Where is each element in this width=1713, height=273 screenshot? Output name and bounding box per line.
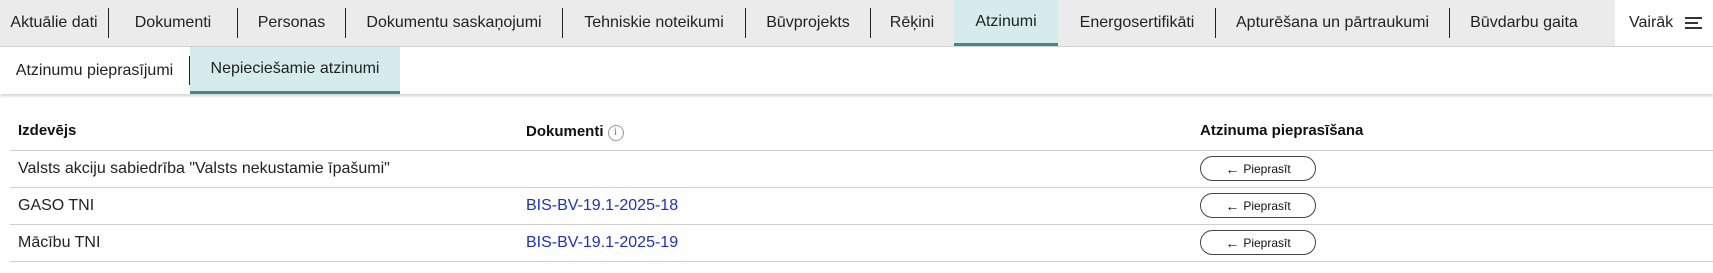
tab-aptuuresana-un-partraukumi[interactable]: Apturēšana un pārtraukumi [1216,0,1449,46]
column-header-documents-label: Dokumenti [526,123,604,140]
hamburger-menu-icon [1685,14,1703,32]
request-button-label: Pieprasīt [1243,235,1291,250]
more-menu-button[interactable]: Vairāk [1615,0,1713,46]
subtab-nepieciesamie-atzinumi[interactable]: Nepieciešamie atzinumi [190,47,400,94]
document-link[interactable]: BIS-BV-19.1-2025-18 [526,197,678,215]
tab-buvprojekts[interactable]: Būvprojekts [746,0,870,46]
tab-rekini[interactable]: Rēķini [871,0,953,46]
arrow-left-icon: ← [1225,234,1240,251]
tab-energosertifikati[interactable]: Energosertifikāti [1059,0,1215,46]
document-link[interactable]: BIS-BV-19.1-2025-19 [526,234,678,252]
column-header-issuer: Izdevējs [18,122,77,139]
tab-dokumenti[interactable]: Dokumenti [109,0,237,46]
arrow-left-icon: ← [1225,160,1240,177]
tab-buvdarbu-gaita[interactable]: Būvdarbu gaita [1450,0,1598,46]
column-header-request: Atzinuma pieprasīšana [1200,122,1364,139]
tab-atzinumi[interactable]: Atzinumi [954,0,1058,46]
request-button[interactable]: ← Pieprasīt [1200,156,1316,181]
more-label: Vairāk [1629,14,1674,31]
request-button-label: Pieprasīt [1243,161,1291,176]
tab-dokumentu-saskanojumi[interactable]: Dokumentu saskaņojumi [346,0,562,46]
table-row: Valsts akciju sabiedrība "Valsts nekusta… [10,151,1713,188]
subtab-atzinumu-pieprasijumi[interactable]: Atzinumu pieprasījumi [0,47,189,94]
request-button[interactable]: ← Pieprasīt [1200,230,1316,255]
arrow-left-icon: ← [1225,197,1240,214]
tab-personas[interactable]: Personas [238,0,345,46]
column-header-documents: Dokumenti i [526,123,624,141]
issuer-cell: GASO TNI [18,197,95,214]
table-header: Izdevējs Dokumenti i Atzinuma pieprasīšan… [10,110,1713,151]
table-row: GASO TNI BIS-BV-19.1-2025-18 ← Pieprasīt [10,188,1713,225]
table-row: Mācību TNI BIS-BV-19.1-2025-19 ← Piepras… [10,225,1713,262]
info-icon[interactable]: i [607,125,624,141]
sub-tab-bar: Atzinumu pieprasījumi Nepieciešamie atzi… [0,47,1713,94]
main-tab-bar: Aktuālie dati Dokumenti Personas Dokumen… [0,0,1713,47]
request-button[interactable]: ← Pieprasīt [1200,193,1316,218]
required-opinions-table: Izdevējs Dokumenti i Atzinuma pieprasīšan… [10,110,1713,262]
tab-tehniskie-noteikumi[interactable]: Tehniskie noteikumi [563,0,745,46]
tab-aktualie-dati[interactable]: Aktuālie dati [0,0,108,46]
issuer-cell: Mācību TNI [18,234,101,251]
request-button-label: Pieprasīt [1243,198,1291,213]
issuer-cell: Valsts akciju sabiedrība "Valsts nekusta… [18,160,390,177]
